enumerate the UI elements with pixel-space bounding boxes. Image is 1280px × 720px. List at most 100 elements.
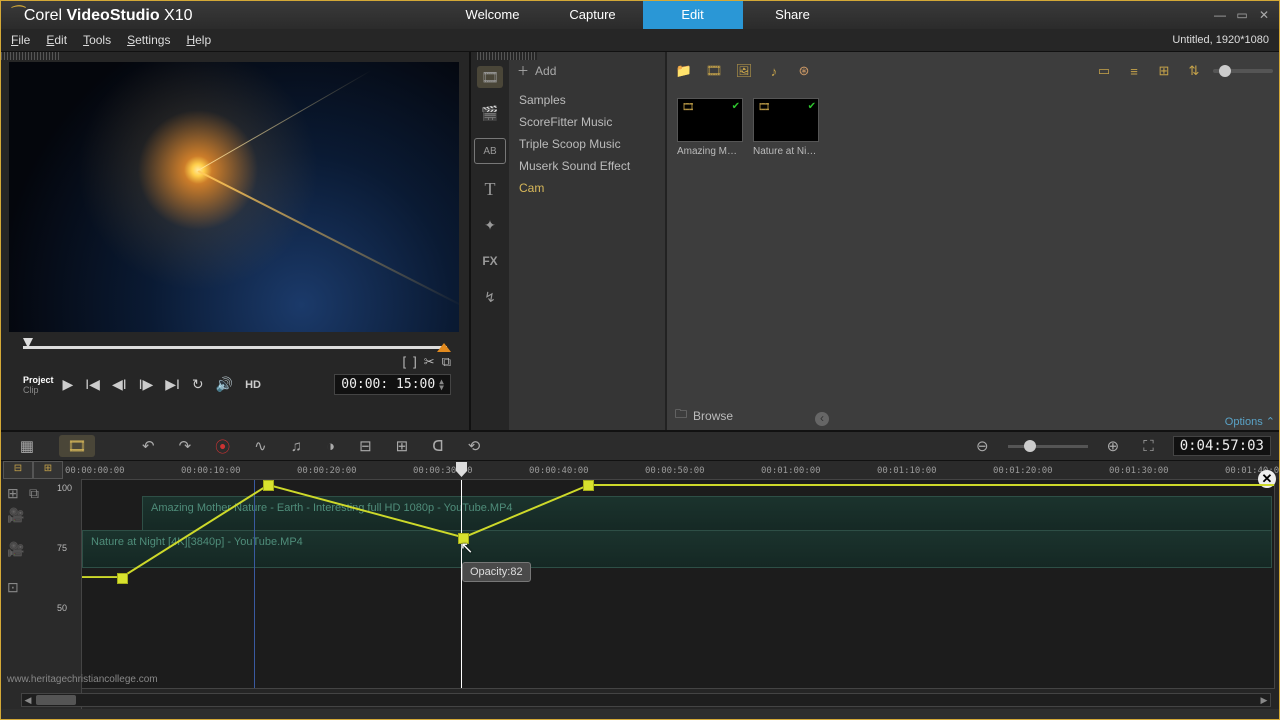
- pan-zoom-icon[interactable]: ⟲: [463, 435, 486, 457]
- preview-timecode[interactable]: 00:00: 15:00 ▲▼: [334, 374, 451, 395]
- preview-mode-toggle[interactable]: Project Clip: [23, 375, 54, 395]
- add-category-button[interactable]: ＋ Add: [517, 62, 657, 79]
- thumb-amazing-mother[interactable]: 🎞✔ Amazing Mother ...: [677, 98, 741, 157]
- transitions-icon[interactable]: AB: [474, 138, 506, 164]
- scrub-tools: [ ] ✂ ⧉: [403, 354, 451, 370]
- overlay-track-2-icon[interactable]: ⊡: [7, 579, 19, 596]
- grip-icon[interactable]: [1, 52, 61, 60]
- tab-welcome[interactable]: Welcome: [443, 1, 543, 29]
- filter-photo-icon[interactable]: 🖼: [733, 62, 755, 80]
- redo-button[interactable]: ↷: [174, 435, 197, 457]
- audio-mixer-icon[interactable]: ∿: [249, 435, 272, 457]
- timeline-view-icon[interactable]: 🎞: [59, 435, 95, 457]
- options-toggle[interactable]: Options ⌃: [1225, 415, 1275, 428]
- thumb-nature-at-night[interactable]: 🎞✔ Nature at Night [...: [753, 98, 817, 157]
- zoom-in-icon[interactable]: ⊕: [1102, 435, 1125, 457]
- close-button[interactable]: ✕: [1257, 8, 1271, 22]
- grip-icon[interactable]: [477, 52, 537, 60]
- sort-icon[interactable]: ⇅: [1183, 62, 1205, 80]
- title-icon[interactable]: T: [477, 178, 503, 200]
- view-filmstrip-icon[interactable]: ▭: [1093, 62, 1115, 80]
- category-cam[interactable]: Cam: [517, 177, 657, 199]
- time-remap-icon[interactable]: ᗡ: [427, 435, 449, 457]
- scroll-right-icon[interactable]: ▶: [1258, 694, 1270, 706]
- import-folder-icon[interactable]: 📁: [673, 62, 695, 80]
- scroll-left-icon[interactable]: ◀: [22, 694, 34, 706]
- view-grid-icon[interactable]: ⊞: [1153, 62, 1175, 80]
- timeline-ruler[interactable]: 00:00:00:00 00:00:10:00 00:00:20:00 00:0…: [63, 461, 1279, 479]
- go-end-button[interactable]: ▶I: [162, 376, 183, 393]
- menu-settings[interactable]: Settings: [127, 33, 170, 47]
- storyboard-view-icon[interactable]: ▦: [9, 435, 45, 457]
- timeline-horizontal-scrollbar[interactable]: ◀ ▶: [21, 693, 1271, 707]
- prev-frame-button[interactable]: ◀I: [109, 376, 130, 393]
- menu-tools[interactable]: Tools: [83, 33, 111, 47]
- scrub-end-marker[interactable]: [437, 343, 451, 352]
- filter-disc-icon[interactable]: ⊛: [793, 62, 815, 80]
- timeline-duration: 0:04:57:03: [1173, 436, 1271, 456]
- hd-toggle[interactable]: HD: [242, 379, 264, 391]
- minimize-button[interactable]: —: [1213, 8, 1227, 22]
- instant-project-icon[interactable]: 🎬: [477, 102, 503, 124]
- tab-capture[interactable]: Capture: [543, 1, 643, 29]
- menu-file[interactable]: File: [11, 33, 30, 47]
- opacity-node[interactable]: [583, 480, 594, 491]
- clip-nature-at-night[interactable]: Nature at Night [4K][3840p] - YouTube.MP…: [82, 530, 1272, 568]
- preview-viewport[interactable]: [9, 62, 459, 332]
- view-list-icon[interactable]: ≡: [1123, 62, 1145, 80]
- scroll-left-button[interactable]: ‹: [815, 412, 829, 426]
- menu-edit[interactable]: Edit: [46, 33, 67, 47]
- split-icon[interactable]: ⧉: [442, 354, 451, 370]
- track-manager-icon[interactable]: ⧉: [29, 485, 39, 502]
- tab-share[interactable]: Share: [743, 1, 843, 29]
- filter-fx-icon[interactable]: FX: [477, 250, 503, 272]
- timeline-zoom-slider[interactable]: [1008, 445, 1088, 448]
- go-start-button[interactable]: I◀: [82, 376, 103, 393]
- playhead[interactable]: [461, 480, 462, 688]
- overlay-track-icon[interactable]: 🎥: [7, 541, 24, 558]
- cut-icon[interactable]: ✂: [424, 354, 435, 370]
- tab-edit[interactable]: Edit: [643, 1, 743, 29]
- category-triplescoop[interactable]: Triple Scoop Music: [517, 133, 657, 155]
- subtitle-editor-icon[interactable]: ⊟: [354, 435, 377, 457]
- restore-button[interactable]: ▭: [1235, 8, 1249, 22]
- filter-audio-icon[interactable]: ♪: [763, 62, 785, 80]
- library-sidebar: 🎞 🎬 AB T ✦ FX ↯: [471, 52, 509, 430]
- mark-in-icon[interactable]: [: [403, 354, 407, 370]
- graphic-icon[interactable]: ✦: [477, 214, 503, 236]
- volume-icon[interactable]: 🔊: [213, 376, 236, 393]
- opacity-node[interactable]: [117, 573, 128, 584]
- opacity-node[interactable]: [263, 480, 274, 491]
- filter-video-icon[interactable]: 🎞: [703, 62, 725, 80]
- thumbnail-size-slider[interactable]: [1213, 69, 1273, 73]
- scrub-bar[interactable]: [23, 336, 447, 354]
- browse-button[interactable]: 🗀 Browse: [675, 405, 733, 426]
- menu-help[interactable]: Help: [186, 33, 211, 47]
- category-scorefitter[interactable]: ScoreFitter Music: [517, 111, 657, 133]
- close-opacity-editor-button[interactable]: ✕: [1258, 470, 1276, 488]
- ruler-mode-1[interactable]: ⊟: [3, 461, 33, 479]
- category-samples[interactable]: Samples: [517, 89, 657, 111]
- clip-amazing-mother[interactable]: Amazing Mother Nature - Earth - Interest…: [142, 496, 1272, 534]
- library-content: 📁 🎞 🖼 ♪ ⊛ ▭ ≡ ⊞ ⇅ 🎞✔ Amazing Mother ...: [666, 52, 1279, 430]
- auto-music-icon[interactable]: ♫: [286, 436, 307, 457]
- fit-project-icon[interactable]: ⛶: [1138, 436, 1159, 457]
- media-library-icon[interactable]: 🎞: [477, 66, 503, 88]
- path-icon[interactable]: ↯: [477, 286, 503, 308]
- tracks-area[interactable]: ✕ Amazing Mother Nature - Earth - Intere…: [81, 479, 1275, 689]
- multi-camera-icon[interactable]: ⊞: [391, 435, 414, 457]
- motion-tracking-icon[interactable]: ◑: [321, 436, 340, 457]
- scrollbar-thumb[interactable]: [36, 695, 76, 705]
- zoom-out-icon[interactable]: ⊖: [971, 435, 994, 457]
- ruler-mode-2[interactable]: ⊞: [33, 461, 63, 479]
- category-muserk[interactable]: Muserk Sound Effect: [517, 155, 657, 177]
- video-track-icon[interactable]: 🎥: [7, 507, 24, 524]
- loop-button[interactable]: ↻: [189, 376, 207, 393]
- play-button[interactable]: ▶: [60, 376, 77, 393]
- record-button[interactable]: ⦿: [210, 434, 235, 459]
- undo-button[interactable]: ↶: [137, 435, 160, 457]
- next-frame-button[interactable]: I▶: [136, 376, 157, 393]
- library-categories: ＋ Add Samples ScoreFitter Music Triple S…: [509, 52, 666, 430]
- toggle-all-tracks-icon[interactable]: ⊞: [7, 485, 19, 502]
- mark-out-icon[interactable]: ]: [413, 354, 417, 370]
